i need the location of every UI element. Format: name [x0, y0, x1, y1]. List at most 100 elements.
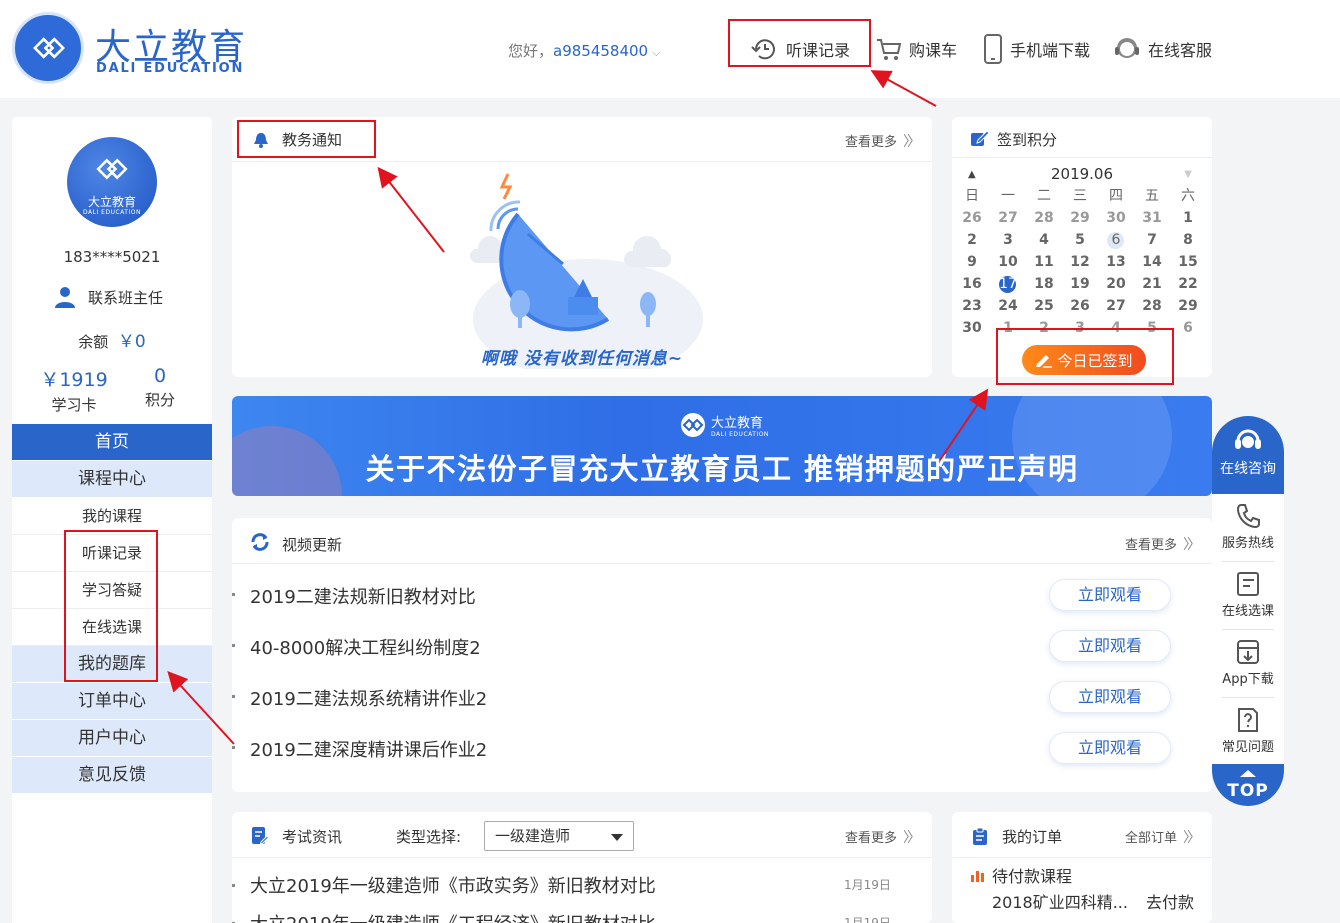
calendar-day[interactable]: 6 — [1098, 229, 1134, 251]
video-item-title[interactable]: 2019二建深度精讲课后作业2 — [250, 736, 487, 762]
contact-teacher[interactable]: 联系班主任 — [52, 285, 163, 309]
sidebar-item-orders[interactable]: 订单中心 — [12, 683, 212, 720]
sidebar-item-question-bank[interactable]: 我的题库 — [12, 646, 212, 683]
sidebar-item-history[interactable]: 听课记录 — [12, 535, 212, 572]
exam-item-title[interactable]: 大立2019年一级建造师《工程经济》新旧教材对比 — [250, 910, 656, 923]
calendar-day[interactable]: 13 — [1098, 251, 1134, 273]
calendar-day[interactable]: 19 — [1062, 273, 1098, 295]
sidebar-item-my-courses[interactable]: 我的课程 — [12, 498, 212, 535]
calendar-day[interactable]: 5 — [1134, 317, 1170, 339]
calendar-day[interactable]: 8 — [1170, 229, 1206, 251]
video-item-title[interactable]: 2019二建法规系统精讲作业2 — [250, 685, 487, 711]
calendar-day[interactable]: 17 — [990, 273, 1026, 295]
online-consult-button[interactable]: 在线咨询 — [1212, 416, 1284, 494]
signed-in-button[interactable]: 今日已签到 — [1022, 345, 1146, 375]
watch-now-button[interactable]: 立即观看 — [1049, 630, 1171, 662]
float-hotline[interactable]: 服务热线 — [1212, 494, 1284, 562]
calendar-day[interactable]: 3 — [1062, 317, 1098, 339]
exam-more-link[interactable]: 查看更多 〉〉 — [845, 827, 921, 847]
float-course-select[interactable]: 在线选课 — [1212, 562, 1284, 630]
calendar-day[interactable]: 14 — [1134, 251, 1170, 273]
calendar-day[interactable]: 28 — [1026, 207, 1062, 229]
calendar-day[interactable]: 10 — [990, 251, 1026, 273]
calendar-day[interactable]: 29 — [1062, 207, 1098, 229]
nav-cart[interactable]: 购课车 — [875, 32, 957, 66]
calendar-day[interactable]: 16 — [954, 273, 990, 295]
calendar-day[interactable]: 25 — [1026, 295, 1062, 317]
calendar-day[interactable]: 27 — [990, 207, 1026, 229]
calendar-day[interactable]: 2 — [1026, 317, 1062, 339]
calendar-day[interactable]: 4 — [1098, 317, 1134, 339]
calendar-day[interactable]: 1 — [990, 317, 1026, 339]
prev-month-icon[interactable]: ▲ — [968, 169, 976, 180]
calendar-day[interactable]: 20 — [1098, 273, 1134, 295]
study-card-stat[interactable]: ￥1919 学习卡 — [24, 365, 124, 415]
calendar-day[interactable]: 7 — [1134, 229, 1170, 251]
calendar-day[interactable]: 3 — [990, 229, 1026, 251]
sidebar-item-home[interactable]: 首页 — [12, 424, 212, 461]
order-item-name[interactable]: 2018矿业四科精... — [992, 889, 1128, 913]
list-item: 40-8000解决工程纠纷制度2 立即观看 — [232, 620, 1212, 671]
points-value: 0 — [153, 365, 167, 387]
calendar-day[interactable]: 6 — [1170, 317, 1206, 339]
sidebar-item-qa[interactable]: 学习答疑 — [12, 572, 212, 609]
sidebar-item-course-center[interactable]: 课程中心 — [12, 461, 212, 498]
sidebar-item-feedback[interactable]: 意见反馈 — [12, 757, 212, 794]
username[interactable]: a985458400 — [553, 42, 648, 60]
calendar-day-number: 18 — [1034, 276, 1054, 292]
calendar-day[interactable]: 21 — [1134, 273, 1170, 295]
all-orders-link[interactable]: 全部订单 〉〉 — [1125, 827, 1201, 847]
divider — [232, 563, 1212, 564]
watch-now-button[interactable]: 立即观看 — [1049, 681, 1171, 713]
calendar-day[interactable]: 5 — [1062, 229, 1098, 251]
user-greeting[interactable]: 您好，a985458400 ⌵ — [508, 40, 660, 61]
banner-logo: 大立教育 DALI EDUCATION — [680, 412, 769, 438]
points-stat[interactable]: 0 积分 — [110, 365, 210, 410]
signin-calendar: ▲ 2019.06 ▼ 日一二三四五六 26 27 28 29 30 31 1 2 3 4 5 6 7 8 9… — [954, 165, 1210, 339]
calendar-day[interactable]: 30 — [954, 317, 990, 339]
float-faq[interactable]: 常见问题 — [1212, 698, 1284, 766]
calendar-day[interactable]: 15 — [1170, 251, 1206, 273]
announcement-banner[interactable]: 大立教育 DALI EDUCATION 关于不法份子冒充大立教育员工 推销押题的… — [232, 396, 1212, 496]
nav-history[interactable]: 听课记录 — [750, 32, 850, 66]
notice-more-link[interactable]: 查看更多 〉〉 — [845, 131, 921, 151]
video-item-title[interactable]: 2019二建法规新旧教材对比 — [250, 583, 476, 609]
calendar-day[interactable]: 30 — [1098, 207, 1134, 229]
calendar-day[interactable]: 2 — [954, 229, 990, 251]
watch-now-button[interactable]: 立即观看 — [1049, 732, 1171, 764]
next-month-icon[interactable]: ▼ — [1184, 169, 1192, 180]
calendar-day[interactable]: 22 — [1170, 273, 1206, 295]
nav-mobile[interactable]: 手机端下载 — [982, 32, 1090, 66]
calendar-day[interactable]: 24 — [990, 295, 1026, 317]
calendar-day[interactable]: 4 — [1026, 229, 1062, 251]
calendar-day[interactable]: 1 — [1170, 207, 1206, 229]
calendar-day[interactable]: 31 — [1134, 207, 1170, 229]
calendar-day[interactable]: 26 — [954, 207, 990, 229]
calendar-day[interactable]: 18 — [1026, 273, 1062, 295]
exam-item-title[interactable]: 大立2019年一级建造师《市政实务》新旧教材对比 — [250, 872, 656, 898]
back-to-top-button[interactable]: TOP — [1212, 764, 1284, 806]
calendar-day[interactable]: 29 — [1170, 295, 1206, 317]
type-select[interactable]: 一级建造师 — [484, 821, 634, 851]
watch-now-button[interactable]: 立即观看 — [1049, 579, 1171, 611]
float-app-download[interactable]: App下载 — [1212, 630, 1284, 698]
calendar-day[interactable]: 28 — [1134, 295, 1170, 317]
sidebar-item-user-center[interactable]: 用户中心 — [12, 720, 212, 757]
calendar-day[interactable]: 12 — [1062, 251, 1098, 273]
nav-service[interactable]: 在线客服 — [1112, 32, 1212, 66]
calendar-day-number: 2 — [967, 232, 977, 248]
refresh-icon — [251, 533, 269, 551]
sidebar-item-online-select[interactable]: 在线选课 — [12, 609, 212, 646]
avatar[interactable]: 大立教育 DALI EDUCATION — [67, 137, 157, 227]
video-more-link[interactable]: 查看更多 〉〉 — [1125, 534, 1201, 554]
pay-now-link[interactable]: 去付款 — [1146, 889, 1194, 913]
calendar-day[interactable]: 27 — [1098, 295, 1134, 317]
video-item-title[interactable]: 40-8000解决工程纠纷制度2 — [250, 634, 481, 660]
calendar-day[interactable]: 23 — [954, 295, 990, 317]
chevron-down-icon[interactable]: ⌵ — [652, 46, 660, 59]
calendar-day[interactable]: 26 — [1062, 295, 1098, 317]
calendar-day[interactable]: 11 — [1026, 251, 1062, 273]
calendar-day[interactable]: 9 — [954, 251, 990, 273]
float-course-select-label: 在线选课 — [1221, 604, 1274, 619]
brand-logo[interactable] — [12, 12, 84, 84]
